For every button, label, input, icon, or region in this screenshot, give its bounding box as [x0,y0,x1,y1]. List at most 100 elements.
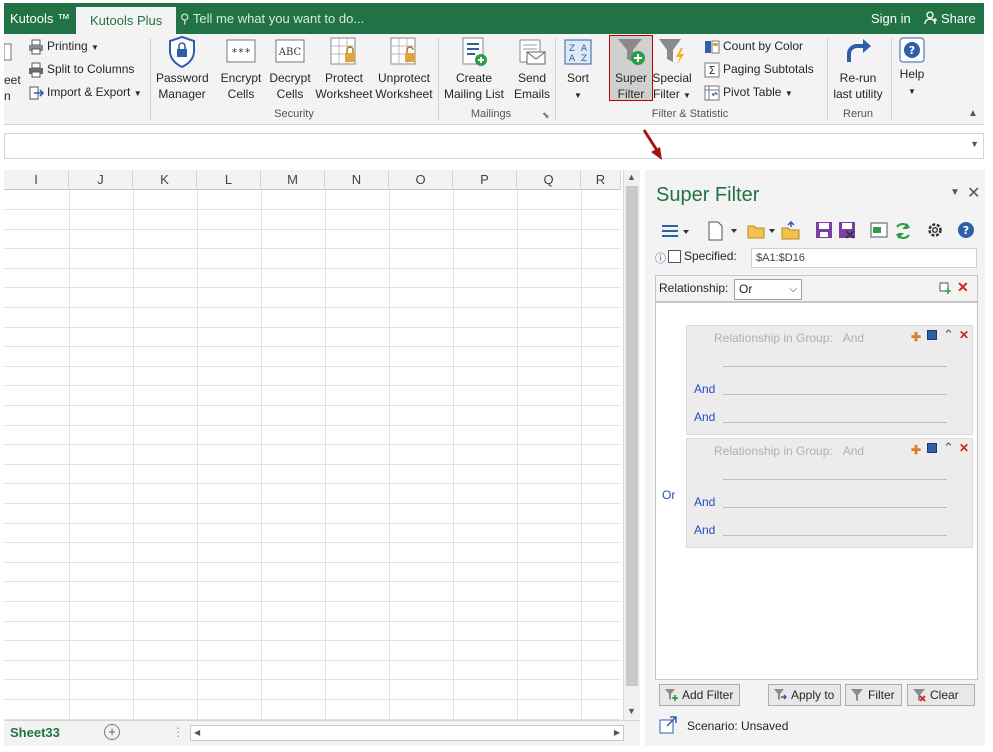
open-folder-icon[interactable] [747,221,779,241]
clear-button[interactable]: Clear [907,684,975,706]
copy-group-icon[interactable] [927,443,937,453]
delete-group-icon[interactable]: ✕ [959,328,969,342]
condition-line[interactable] [723,422,947,423]
dialog-launcher-icon[interactable]: ⬊ [542,110,550,121]
add-condition-icon[interactable]: ✚ [911,330,921,344]
group-relationship-value[interactable]: And [843,331,864,345]
delete-group-icon[interactable]: ✕ [959,441,969,455]
help-icon[interactable]: ? [957,221,975,239]
sheet-tab[interactable]: Sheet33 [10,725,60,740]
close-icon[interactable]: ✕ [967,183,980,203]
add-sheet-icon[interactable]: + [104,724,120,740]
apply-to-button[interactable]: Apply to [768,684,842,706]
condition-line[interactable] [723,535,947,536]
special-filter-button[interactable]: Special Filter ▼ [651,36,693,104]
info-icon: ⓘ [655,253,666,265]
add-filter-button[interactable]: Add Filter [659,684,741,706]
new-document-icon[interactable] [707,221,739,241]
share-button[interactable]: Share [924,3,976,34]
column-header[interactable]: M [261,170,325,190]
gear-icon[interactable] [926,221,944,239]
add-condition-icon[interactable]: ✚ [911,443,921,457]
formula-bar[interactable]: ▼ [4,133,984,159]
column-header[interactable]: J [69,170,133,190]
expand-formula-bar-icon[interactable]: ▼ [970,139,979,149]
create-mailing-list-button[interactable]: Create Mailing List [442,36,506,102]
folder-export-icon[interactable] [781,221,801,241]
sign-in-link[interactable]: Sign in [871,3,911,34]
printing-button[interactable]: Printing ▼ [28,36,99,56]
column-header[interactable]: P [453,170,517,190]
tab-kutools[interactable]: Kutools ™ [10,3,70,34]
tell-me-search[interactable]: ⚲ Tell me what you want to do... [180,3,364,34]
specified-checkbox[interactable] [668,250,681,263]
condition-relation-label[interactable]: And [694,410,715,424]
vertical-scrollbar[interactable]: ▲ ▼ [623,170,640,720]
chevron-down-icon: ⌵ [789,284,797,295]
column-header[interactable]: Q [517,170,581,190]
scenario-manager-icon[interactable] [870,222,888,238]
protect-worksheet-button[interactable]: Protect Worksheet [312,36,376,102]
help-button[interactable]: ? Help ▼ [896,36,928,100]
split-to-columns-button[interactable]: Split to Columns [28,59,134,79]
save-icon[interactable] [815,221,833,239]
gridline-horizontal [4,248,621,249]
unprotect-worksheet-line1: Unprotect [377,71,431,85]
specified-range-input[interactable]: $A1:$D16 [751,248,977,268]
condition-line[interactable] [723,366,947,367]
group-relationship-value[interactable]: And [843,444,864,458]
super-filter-button[interactable]: Super Filter [609,35,653,101]
relationship-select[interactable]: Or ⌵ [734,279,802,300]
redo-arrow-icon [847,39,871,62]
pane-options-icon[interactable]: ▼ [950,187,960,198]
scroll-down-icon[interactable]: ▼ [627,706,636,716]
scroll-right-icon[interactable]: ▶ [614,728,620,737]
password-manager-button[interactable]: Password Manager [156,36,209,102]
send-emails-button[interactable]: Send Emails [509,36,555,102]
delete-all-icon[interactable]: ✕ [957,279,969,296]
column-header[interactable]: K [133,170,197,190]
column-header[interactable]: I [4,170,69,190]
outer-relation-label[interactable]: Or [662,488,675,502]
tab-kutools-plus[interactable]: Kutools Plus [76,7,177,34]
rerun-last-utility-button[interactable]: Re-run last utility [830,36,886,102]
scroll-up-icon[interactable]: ▲ [627,172,636,182]
paging-subtotals-button[interactable]: Σ Paging Subtotals [704,59,814,79]
column-header[interactable]: O [389,170,453,190]
scroll-left-icon[interactable]: ◀ [194,728,200,737]
scenario-link-icon[interactable] [659,716,677,734]
worksheet-grid[interactable]: I J K L M N O P Q R [4,170,621,720]
column-header[interactable]: L [197,170,261,190]
condition-line[interactable] [723,479,947,480]
filter-button[interactable]: Filter [845,684,902,706]
decrypt-cells-button[interactable]: ABC Decrypt Cells [266,36,314,102]
filter-group: Relationship in Group: And ✚ ⌃ ✕ And And [686,325,973,435]
import-export-button[interactable]: Import & Export ▼ [28,82,142,102]
collapse-ribbon-icon[interactable]: ▲ [968,108,978,119]
menu-icon[interactable] [661,222,691,240]
condition-relation-label[interactable]: And [694,382,715,396]
unprotect-worksheet-button[interactable]: Unprotect Worksheet [373,36,435,102]
refresh-icon[interactable] [893,221,913,241]
condition-relation-label[interactable]: And [694,495,715,509]
password-manager-line1: Password [156,71,209,85]
collapse-group-icon[interactable]: ⌃ [943,440,954,456]
sort-button[interactable]: ZAAZ Sort ▼ [560,36,596,104]
gridline-horizontal [4,660,621,661]
condition-line[interactable] [723,394,947,395]
pivot-table-button[interactable]: Pivot Table ▼ [704,82,793,102]
column-header[interactable]: R [581,170,621,190]
save-as-icon[interactable] [838,221,856,239]
count-by-color-button[interactable]: Count by Color [704,36,803,56]
condition-relation-label[interactable]: And [694,523,715,537]
add-group-icon[interactable] [939,282,951,294]
collapse-group-icon[interactable]: ⌃ [943,327,954,343]
encrypt-cells-button[interactable]: *** Encrypt Cells [218,36,264,102]
copy-group-icon[interactable] [927,330,937,340]
column-header[interactable]: N [325,170,389,190]
condition-line[interactable] [723,507,947,508]
gridline-horizontal [4,640,621,641]
horizontal-scrollbar[interactable]: ◀ ▶ [190,725,624,741]
scrollbar-thumb[interactable] [626,186,638,686]
svg-text:Z: Z [581,54,587,64]
